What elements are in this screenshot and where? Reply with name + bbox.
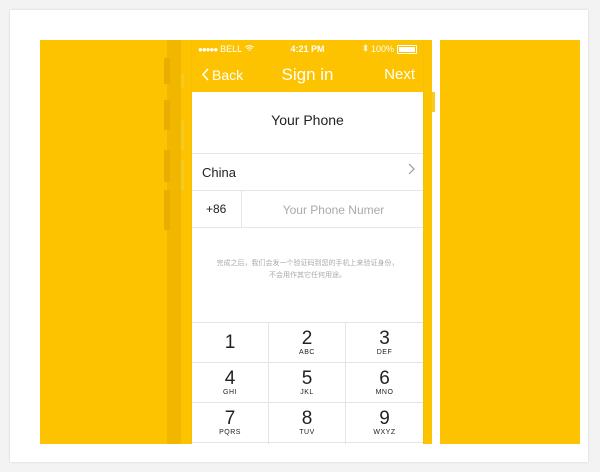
- key-6[interactable]: 6 MNO: [346, 362, 423, 402]
- key-0[interactable]: 0: [269, 442, 346, 444]
- battery-percent: 100%: [370, 44, 394, 54]
- phone-number-input[interactable]: [244, 191, 423, 229]
- status-bar: ●●●●● BELL 4:21 PM 100%: [192, 40, 423, 59]
- phone-side-button: [432, 92, 435, 112]
- key-7[interactable]: 7 PQRS: [192, 402, 269, 442]
- key-4[interactable]: 4 GHI: [192, 362, 269, 402]
- key-3[interactable]: 3 DEF: [346, 322, 423, 362]
- key-1[interactable]: 1: [192, 322, 269, 362]
- phone-screen: ●●●●● BELL 4:21 PM 100% Back Sign in Nex…: [192, 40, 423, 444]
- nav-bar: Back Sign in Next: [192, 59, 423, 92]
- delete-button[interactable]: [346, 442, 423, 444]
- background-stage: ●●●●● BELL 4:21 PM 100% Back Sign in Nex…: [40, 40, 580, 444]
- phone-side-button: [181, 160, 184, 190]
- key-9[interactable]: 9 WXYZ: [346, 402, 423, 442]
- phone-edge-detail: [164, 190, 170, 230]
- country-selector[interactable]: China: [192, 154, 423, 191]
- country-label: China: [202, 165, 236, 180]
- key-5[interactable]: 5 JKL: [269, 362, 346, 402]
- bluetooth-icon: [363, 43, 368, 54]
- numeric-keypad: 1 2 ABC 3 DEF 4 GHI 5 JKL 6 MNO 7 PQRS 8 TUV 9W…: [192, 322, 423, 444]
- key-8[interactable]: 8 TUV: [269, 402, 346, 442]
- phone-side-button: [181, 120, 184, 150]
- frame-card: ●●●●● BELL 4:21 PM 100% Back Sign in Nex…: [10, 10, 588, 462]
- key-blank: [192, 442, 269, 444]
- country-code[interactable]: +86: [192, 191, 242, 227]
- phone-number-row: +86: [192, 191, 423, 229]
- section-heading: Your Phone: [192, 92, 423, 154]
- info-note: 完成之后，我们会发一个验证码到您的手机上来验证身份，不会用作其它任何用途。: [216, 260, 399, 279]
- phone-edge-detail: [164, 100, 170, 130]
- phone-edge-detail: [164, 150, 170, 182]
- next-button[interactable]: Next: [384, 66, 415, 83]
- key-2[interactable]: 2 ABC: [269, 322, 346, 362]
- phone-edge-detail: [164, 58, 170, 84]
- phone-side-button: [181, 74, 184, 88]
- battery-icon: [397, 44, 417, 54]
- chevron-right-icon: [408, 162, 415, 179]
